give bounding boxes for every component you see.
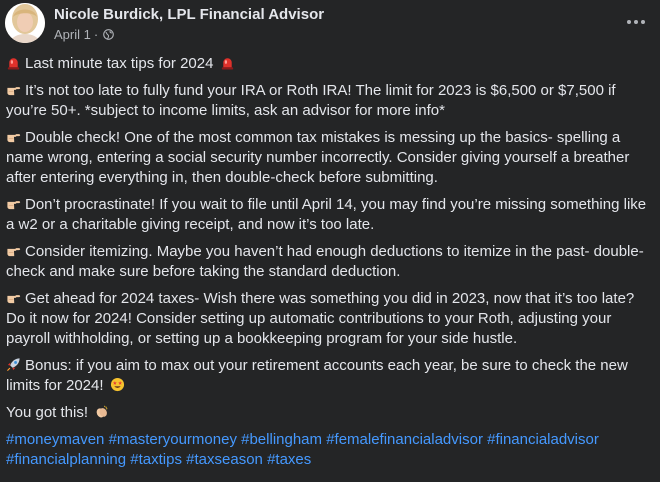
avatar[interactable] bbox=[5, 3, 45, 43]
pointing-hand-emoji bbox=[7, 295, 21, 304]
pointing-hand-emoji bbox=[7, 201, 21, 210]
post-title-line: Last minute tax tips for 2024 bbox=[6, 54, 656, 74]
hashtag-link[interactable]: #femalefinancialadvisor bbox=[326, 431, 483, 448]
avatar-image bbox=[5, 3, 45, 43]
star-struck-emoji bbox=[110, 377, 124, 392]
bonus-paragraph: Bonus: if you aim to max out your retire… bbox=[6, 356, 656, 396]
tip-paragraph: It’s not too late to fully fund your IRA… bbox=[6, 81, 656, 121]
hashtags: #moneymaven #masteryourmoney #bellingham… bbox=[6, 430, 656, 470]
tip-text: Double check! One of the most common tax… bbox=[6, 129, 630, 186]
pointing-hand-emoji bbox=[7, 134, 21, 143]
more-dot bbox=[627, 20, 631, 24]
siren-emoji bbox=[221, 58, 233, 70]
hashtag-link[interactable]: #taxseason bbox=[186, 451, 263, 468]
hashtag-link[interactable]: #bellingham bbox=[241, 431, 322, 448]
hashtag-link[interactable]: #moneymaven bbox=[6, 431, 104, 448]
hashtag-link[interactable]: #financialplanning bbox=[6, 451, 126, 468]
pointing-hand-emoji bbox=[7, 248, 21, 257]
meta-separator: · bbox=[93, 27, 99, 42]
tip-text: Consider itemizing. Maybe you haven’t ha… bbox=[6, 243, 644, 280]
post-title: Last minute tax tips for 2024 bbox=[25, 55, 214, 72]
facebook-post: Nicole Burdick, LPL Financial Advisor Ap… bbox=[0, 0, 660, 482]
hashtag-link[interactable]: #masteryourmoney bbox=[109, 431, 237, 448]
hashtag-link[interactable]: #taxtips bbox=[130, 451, 182, 468]
closing-text: You got this! bbox=[6, 404, 89, 421]
tip-paragraph: Don’t procrastinate! If you wait to file… bbox=[6, 195, 656, 235]
hashtag-link[interactable]: #taxes bbox=[267, 451, 311, 468]
bonus-text: Bonus: if you aim to max out your retire… bbox=[6, 357, 628, 394]
closing-line: You got this! bbox=[6, 403, 656, 423]
pointing-hand-emoji bbox=[7, 87, 21, 96]
tip-paragraph: Get ahead for 2024 taxes- Wish there was… bbox=[6, 289, 656, 349]
tip-paragraph: Double check! One of the most common tax… bbox=[6, 128, 656, 188]
hashtag-link[interactable]: #financialadvisor bbox=[487, 431, 599, 448]
tip-text: Don’t procrastinate! If you wait to file… bbox=[6, 196, 647, 233]
more-dot bbox=[641, 20, 645, 24]
more-dot bbox=[634, 20, 638, 24]
post-header: Nicole Burdick, LPL Financial Advisor Ap… bbox=[0, 0, 660, 48]
post-body: Last minute tax tips for 2024 It’s not t… bbox=[6, 54, 656, 470]
more-options-icon[interactable] bbox=[622, 12, 650, 32]
rocket-emoji bbox=[7, 358, 20, 371]
tip-text: It’s not too late to fully fund your IRA… bbox=[6, 82, 616, 119]
post-meta: April 1 · bbox=[54, 27, 115, 42]
tip-text: Get ahead for 2024 taxes- Wish there was… bbox=[6, 290, 635, 347]
author-name[interactable]: Nicole Burdick, LPL Financial Advisor bbox=[54, 6, 324, 23]
clapping-hands-emoji bbox=[96, 405, 108, 418]
globe-icon[interactable] bbox=[103, 29, 115, 40]
siren-emoji bbox=[7, 58, 20, 70]
tip-paragraph: Consider itemizing. Maybe you haven’t ha… bbox=[6, 242, 656, 282]
post-date[interactable]: April 1 bbox=[54, 27, 91, 42]
